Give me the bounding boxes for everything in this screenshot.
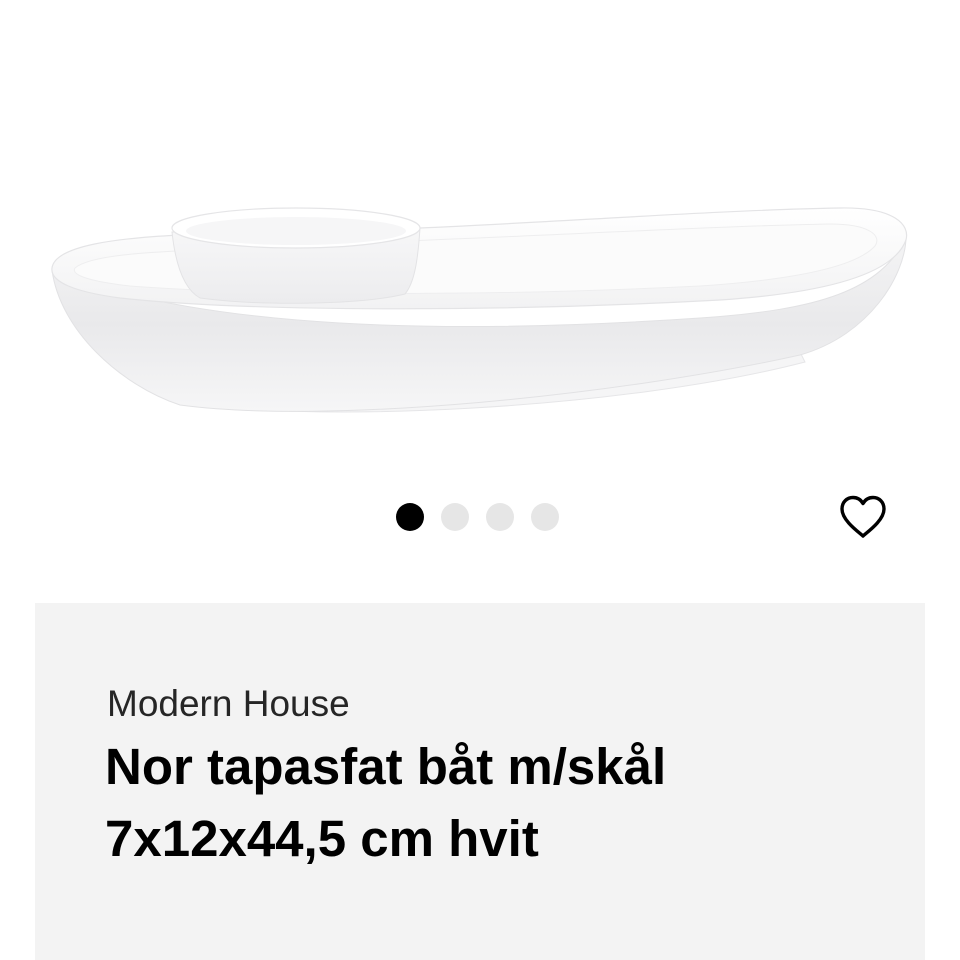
heart-outline-icon	[840, 495, 886, 538]
product-image[interactable]	[0, 0, 960, 480]
carousel-dot-4[interactable]	[531, 503, 559, 531]
brand-name[interactable]: Modern House	[107, 683, 350, 725]
product-info-panel: Modern House Nor tapasfat båt m/skål 7x1…	[35, 603, 925, 960]
product-page: Modern House Nor tapasfat båt m/skål 7x1…	[0, 0, 960, 960]
carousel-dot-1[interactable]	[396, 503, 424, 531]
favorite-button[interactable]	[836, 490, 890, 544]
carousel-dot-2[interactable]	[441, 503, 469, 531]
image-carousel-indicator	[396, 503, 559, 531]
product-title: Nor tapasfat båt m/skål 7x12x44,5 cm hvi…	[105, 738, 667, 867]
carousel-dot-3[interactable]	[486, 503, 514, 531]
